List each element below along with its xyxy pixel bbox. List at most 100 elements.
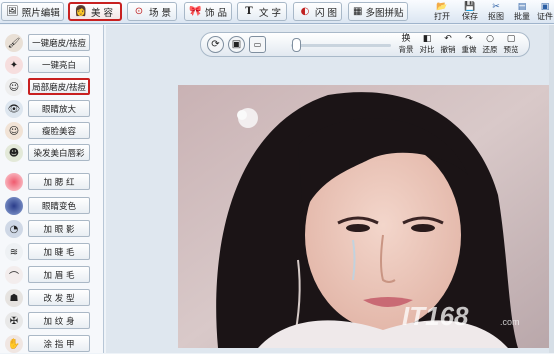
action-label: 还原 <box>482 45 498 54</box>
sidebar-item-one-click-smooth[interactable]: 🖌 一键磨皮/祛痘 <box>0 34 104 53</box>
tab-label: 场 景 <box>149 7 172 19</box>
compare-icon: ◧ <box>422 34 432 44</box>
id-photo-button[interactable]: ▣ 证件 <box>536 1 554 23</box>
photo-toolbar: ⟳ ▣ ▭ 换 背景 ◧ 对比 ↶ 撤销 ↷ 重做 ○ 还原 ▢ 预览 <box>200 32 530 57</box>
action-label: 对比 <box>419 45 435 54</box>
watermark-text: IT168 <box>402 301 469 331</box>
open-button[interactable]: 📂 打开 <box>431 1 453 23</box>
redo-button[interactable]: ↷ 重做 <box>460 34 478 56</box>
action-label: 预览 <box>503 45 519 54</box>
sidebar-item-eye-color[interactable]: 眼睛变色 <box>0 197 104 216</box>
sidebar-item-button[interactable]: 染发美白唇彩 <box>28 144 90 161</box>
actual-size-button[interactable]: ▭ <box>249 36 266 53</box>
sidebar-item-button[interactable]: 加 睫 毛 <box>28 243 90 260</box>
zoom-slider-knob[interactable] <box>292 38 301 52</box>
tab-accessories[interactable]: 🎀 饰 品 <box>184 2 232 21</box>
beauty-sidebar: 🖌 一键磨皮/祛痘 ✦ 一键亮白 ☺ 局部磨皮/祛痘 👁 眼睛放大 ☺ 瘦脸美容… <box>0 25 104 353</box>
sidebar-item-eyebrow[interactable]: ⌒ 加 眉 毛 <box>0 266 104 285</box>
eye-color-icon <box>5 197 23 215</box>
save-button[interactable]: 💾 保存 <box>459 1 481 23</box>
vertical-scrollbar[interactable] <box>549 25 554 353</box>
cutout-icon: ✂ <box>492 1 500 12</box>
tab-collage[interactable]: ▦ 多图拼贴 <box>348 2 408 21</box>
tab-flash[interactable]: ◐ 闪 图 <box>293 2 342 21</box>
sidebar-item-button[interactable]: 眼睛变色 <box>28 197 90 214</box>
eyeshadow-icon: ◔ <box>5 220 23 238</box>
sidebar-item-button[interactable]: 加 腮 红 <box>28 173 90 190</box>
tool-label: 抠图 <box>488 12 504 21</box>
sidebar-item-one-click-whiten[interactable]: ✦ 一键亮白 <box>0 56 104 75</box>
tool-label: 批量 <box>514 12 530 21</box>
restore-button[interactable]: ○ 还原 <box>481 34 499 56</box>
undo-button[interactable]: ↶ 撤销 <box>439 34 457 56</box>
actual-size-icon: ▭ <box>253 40 262 49</box>
bow-icon: 🎀 <box>189 6 202 17</box>
compare-button[interactable]: ◧ 对比 <box>418 34 436 56</box>
face-icon: ☺ <box>5 78 23 96</box>
sidebar-item-eye-enlarge[interactable]: 👁 眼睛放大 <box>0 100 104 119</box>
portrait-image: IT168 .com <box>178 85 550 348</box>
sidebar-item-tattoo[interactable]: ✠ 加 纹 身 <box>0 312 104 331</box>
background-button[interactable]: 换 背景 <box>397 34 415 56</box>
batch-icon: ▤ <box>517 1 527 12</box>
scene-icon: ⊙ <box>134 6 144 17</box>
sidebar-item-button[interactable]: 一键亮白 <box>28 56 90 73</box>
top-toolbar: 🖼 照片编辑 👩 美 容 ⊙ 场 景 🎀 饰 品 T 文 字 ◐ 闪 图 ▦ 多… <box>0 0 554 24</box>
eyelash-icon: ≋ <box>5 243 23 261</box>
photo-canvas[interactable]: IT168 .com <box>178 85 550 348</box>
undo-icon: ↶ <box>444 34 452 44</box>
tab-photo-edit[interactable]: 🖼 照片编辑 <box>1 2 64 21</box>
id-icon: ▣ <box>540 1 550 12</box>
sidebar-item-hairstyle[interactable]: ☗ 改 发 型 <box>0 289 104 308</box>
sidebar-item-button[interactable]: 局部磨皮/祛痘 <box>28 78 90 95</box>
tab-scene[interactable]: ⊙ 场 景 <box>127 2 177 21</box>
action-label: 背景 <box>398 45 414 54</box>
sidebar-item-hair-lip[interactable]: ☻ 染发美白唇彩 <box>0 144 104 163</box>
open-icon: 📂 <box>436 1 448 12</box>
sidebar-item-button[interactable]: 一键磨皮/祛痘 <box>28 34 90 51</box>
batch-button[interactable]: ▤ 批量 <box>511 1 533 23</box>
sidebar-item-slim-face[interactable]: ☺ 瘦脸美容 <box>0 122 104 141</box>
brush-icon: 🖌 <box>5 34 23 52</box>
sidebar-item-button[interactable]: 瘦脸美容 <box>28 122 90 139</box>
eye-icon: 👁 <box>5 100 23 118</box>
flash-icon: ◐ <box>300 6 310 17</box>
hair-icon: ☻ <box>5 144 23 162</box>
sidebar-item-button[interactable]: 改 发 型 <box>28 289 90 306</box>
face-icon: 👩 <box>74 6 88 17</box>
tab-label: 照片编辑 <box>21 7 60 19</box>
rotate-icon: ⟳ <box>211 39 220 50</box>
sidebar-item-button[interactable]: 加 眼 影 <box>28 220 90 237</box>
sidebar-item-button[interactable]: 眼睛放大 <box>28 100 90 117</box>
sidebar-item-eyeshadow[interactable]: ◔ 加 眼 影 <box>0 220 104 239</box>
sidebar-item-button[interactable]: 加 眉 毛 <box>28 266 90 283</box>
sidebar-item-button[interactable]: 加 纹 身 <box>28 312 90 329</box>
tab-beauty[interactable]: 👩 美 容 <box>68 2 122 21</box>
tab-label: 美 容 <box>91 7 114 19</box>
zoom-slider[interactable] <box>291 44 391 47</box>
collage-icon: ▦ <box>353 6 363 17</box>
sidebar-item-local-smooth[interactable]: ☺ 局部磨皮/祛痘 <box>0 78 104 97</box>
preview-icon: ▢ <box>506 34 516 44</box>
sidebar-item-nail[interactable]: ✋ 涂 指 甲 <box>0 335 104 354</box>
eyebrow-icon: ⌒ <box>5 266 23 284</box>
tab-label: 文 字 <box>259 7 282 19</box>
cutout-button[interactable]: ✂ 抠图 <box>485 1 507 23</box>
preview-button[interactable]: ▢ 预览 <box>502 34 520 56</box>
background-icon: 换 <box>401 34 411 44</box>
tab-label: 多图拼贴 <box>365 7 404 19</box>
sidebar-item-button[interactable]: 涂 指 甲 <box>28 335 90 352</box>
sparkle-icon: ✦ <box>5 56 23 74</box>
tattoo-icon: ✠ <box>5 312 23 330</box>
tool-label: 打开 <box>434 12 450 21</box>
tab-text[interactable]: T 文 字 <box>237 2 287 21</box>
tool-label: 证件 <box>537 12 553 21</box>
rotate-button[interactable]: ⟳ <box>207 36 224 53</box>
monitor-icon: ▣ <box>231 39 242 50</box>
fit-screen-button[interactable]: ▣ <box>228 36 245 53</box>
sidebar-item-blush[interactable]: 加 腮 红 <box>0 173 104 192</box>
action-label: 重做 <box>461 45 477 54</box>
watermark-domain: .com <box>500 317 520 327</box>
photo-icon: 🖼 <box>6 6 19 17</box>
sidebar-item-eyelash[interactable]: ≋ 加 睫 毛 <box>0 243 104 262</box>
